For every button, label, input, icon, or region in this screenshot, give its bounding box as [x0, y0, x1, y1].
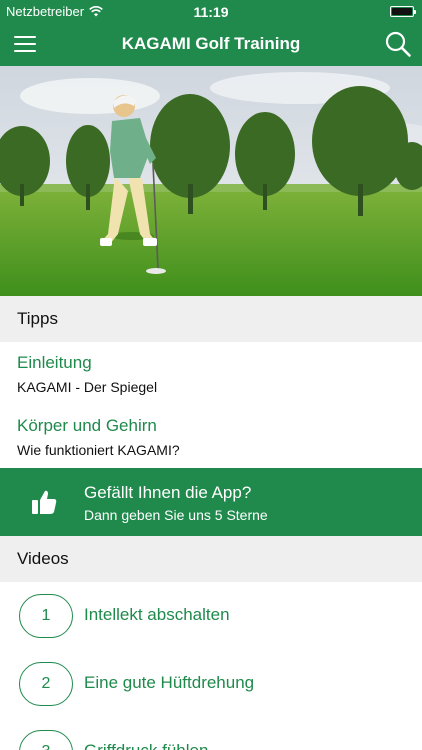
rate-app-banner[interactable]: Gefällt Ihnen die App? Dann geben Sie un…: [0, 468, 422, 536]
rate-title: Gefällt Ihnen die App?: [84, 483, 252, 502]
tip-item-koerper-und-gehirn[interactable]: Körper und Gehirn Wie funktioniert KAGAM…: [17, 415, 412, 459]
videos-section-header: Videos: [0, 536, 422, 582]
video-title: Griffdruck fühlen: [84, 740, 208, 750]
video-number-badge: 1: [19, 594, 73, 638]
tip-title: Einleitung: [17, 353, 92, 372]
tip-title: Körper und Gehirn: [17, 416, 157, 435]
nav-bar: KAGAMI Golf Training: [0, 22, 422, 66]
battery-icon: [390, 6, 416, 17]
hamburger-menu-icon[interactable]: [14, 32, 42, 56]
tip-subtitle: Wie funktioniert KAGAMI?: [17, 442, 180, 458]
golfer-photo: [0, 66, 422, 296]
video-title: Eine gute Hüftdrehung: [84, 673, 255, 692]
status-bar: Netzbetreiber 11:19: [0, 0, 422, 22]
battery-fill: [392, 8, 412, 15]
clock: 11:19: [193, 4, 229, 20]
tips-section-header: Tipps: [0, 296, 422, 342]
thumbs-up-icon: [32, 490, 57, 514]
video-number-badge: 2: [19, 662, 73, 706]
tip-item-einleitung[interactable]: Einleitung KAGAMI - Der Spiegel: [17, 352, 412, 396]
search-icon[interactable]: [384, 30, 412, 58]
video-number-badge: 3: [19, 730, 73, 750]
video-item[interactable]: 1 Intellekt abschalten: [0, 588, 422, 648]
tip-subtitle: KAGAMI - Der Spiegel: [17, 379, 158, 395]
video-item[interactable]: 2 Eine gute Hüftdrehung: [0, 656, 422, 716]
rate-subtitle: Dann geben Sie uns 5 Sterne: [84, 507, 268, 523]
video-title: Intellekt abschalten: [84, 605, 230, 624]
video-item[interactable]: 3 Griffdruck fühlen: [0, 724, 422, 750]
app-title: KAGAMI Golf Training: [121, 34, 301, 53]
